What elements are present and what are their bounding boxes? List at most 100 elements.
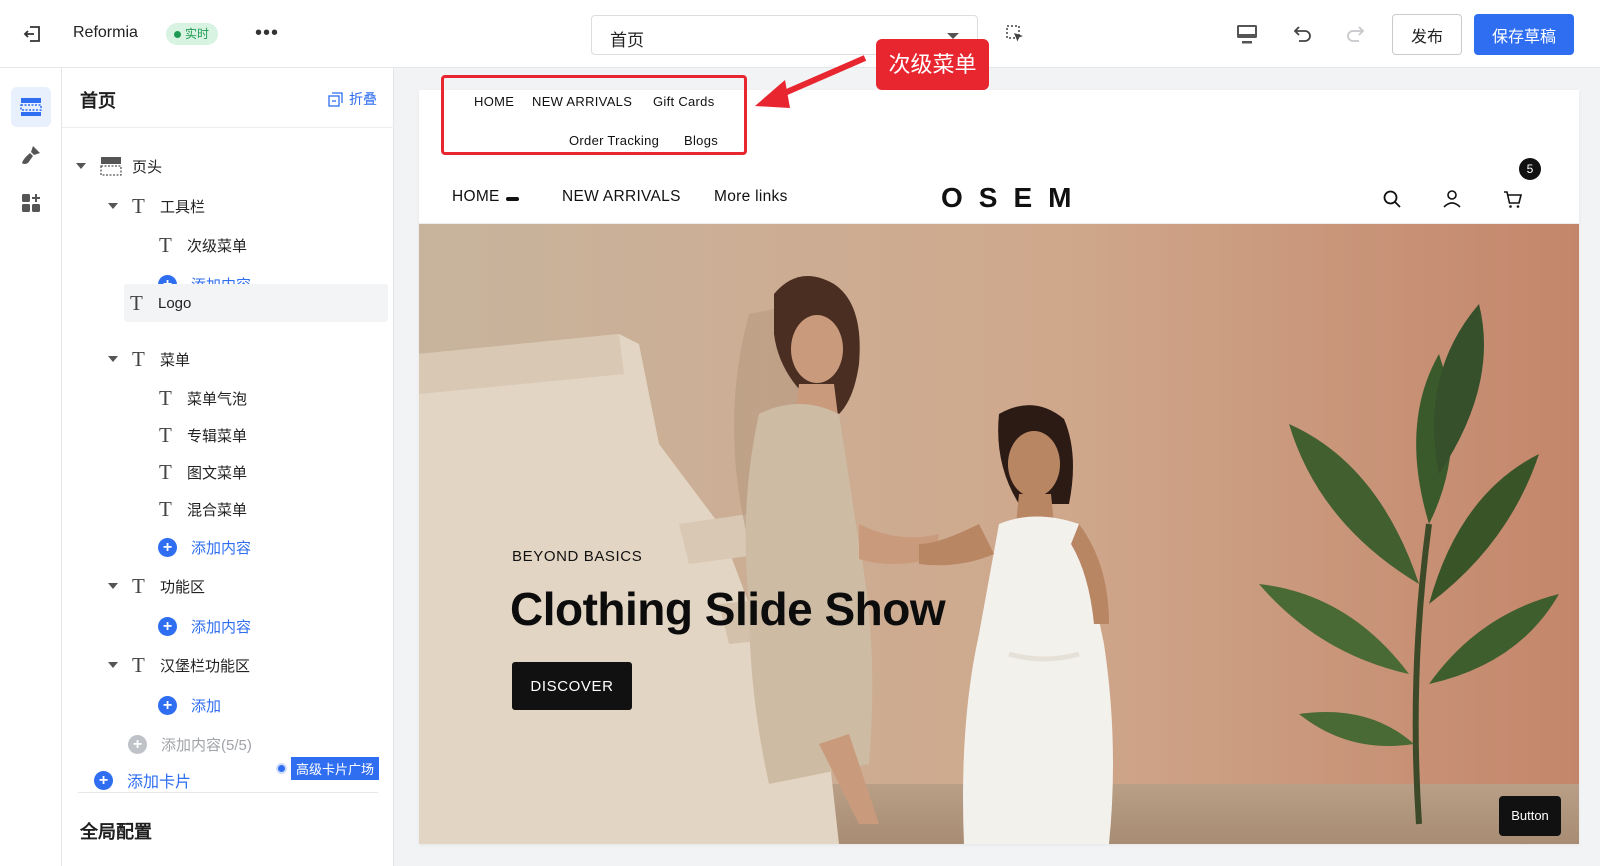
cart-icon[interactable] bbox=[1502, 188, 1524, 210]
tree-item-label: 功能区 bbox=[160, 578, 206, 596]
tree-item-label: 图文菜单 bbox=[187, 464, 248, 482]
layer-panel: 首页 折叠 页头 T 工具栏 T 次级菜单 + 添加内容 bbox=[62, 68, 394, 866]
add-content-label: 添加内容 bbox=[191, 618, 252, 636]
collapse-label: 折叠 bbox=[349, 91, 377, 107]
desktop-preview-icon[interactable] bbox=[1235, 22, 1259, 46]
tree-item-secondary-menu[interactable]: T 次级菜单 bbox=[159, 226, 247, 264]
caret-down-icon[interactable] bbox=[108, 662, 118, 668]
add-card-label: 添加卡片 bbox=[127, 774, 192, 791]
plus-circle-icon: + bbox=[158, 616, 177, 636]
text-t-icon: T bbox=[132, 652, 145, 677]
caret-down-icon[interactable] bbox=[76, 163, 86, 169]
caret-down-icon[interactable] bbox=[108, 583, 118, 589]
annotation-callout: 次级菜单 bbox=[876, 39, 989, 90]
live-status-label: 实时 bbox=[185, 27, 210, 41]
tree-item-label: 页头 bbox=[132, 158, 163, 176]
tree-item-album-menu[interactable]: T 专辑菜单 bbox=[159, 416, 247, 454]
text-t-icon: T bbox=[159, 496, 172, 521]
publish-button[interactable]: 发布 bbox=[1392, 14, 1462, 55]
tree-item-toolbar[interactable]: T 工具栏 bbox=[108, 187, 205, 225]
cart-count-badge: 5 bbox=[1519, 158, 1541, 180]
left-rail bbox=[0, 68, 62, 866]
panel-title: 首页 bbox=[80, 91, 116, 111]
preview-canvas: HOME NEW ARRIVALS Gift Cards Order Track… bbox=[419, 90, 1579, 844]
annotation-arrow-icon bbox=[755, 55, 867, 108]
element-select-icon[interactable] bbox=[1005, 24, 1025, 44]
add-content-button[interactable]: + 添加内容 bbox=[158, 607, 251, 645]
more-options-button[interactable]: ••• bbox=[255, 22, 279, 45]
caret-down-icon[interactable] bbox=[108, 203, 118, 209]
header-section-icon bbox=[100, 157, 122, 176]
tree-item-label: 汉堡栏功能区 bbox=[160, 657, 251, 675]
app-name: Reformia bbox=[73, 24, 138, 41]
tree-item-function-area[interactable]: T 功能区 bbox=[108, 567, 205, 605]
tree-item-mixed-menu[interactable]: T 混合菜单 bbox=[159, 490, 247, 528]
premium-cards-label: 高级卡片广场 bbox=[291, 756, 380, 780]
collapse-button[interactable]: 折叠 bbox=[328, 89, 377, 109]
plus-circle-icon: + bbox=[94, 770, 113, 790]
tree-item-label: 混合菜单 bbox=[187, 501, 248, 519]
tree-item-logo[interactable]: T Logo bbox=[124, 284, 388, 322]
store-logo[interactable]: OSEM bbox=[941, 182, 1087, 214]
add-label: 添加 bbox=[191, 697, 222, 715]
plus-circle-icon: + bbox=[158, 695, 177, 715]
text-t-icon: T bbox=[159, 232, 172, 257]
tree-item-label: 工具栏 bbox=[160, 198, 206, 216]
add-blocks-icon bbox=[22, 194, 40, 212]
panel-header: 首页 折叠 bbox=[62, 68, 394, 128]
add-content-disabled: + 添加内容(5/5) bbox=[128, 725, 252, 763]
tree-item-image-text-menu[interactable]: T 图文菜单 bbox=[159, 453, 247, 491]
text-t-icon: T bbox=[159, 459, 172, 484]
text-t-icon: T bbox=[132, 193, 145, 218]
tree-item-hamburger-area[interactable]: T 汉堡栏功能区 bbox=[108, 646, 250, 684]
page-selector-value: 首页 bbox=[610, 31, 644, 50]
tree-item-label: 次级菜单 bbox=[187, 237, 248, 255]
tree-item-menu[interactable]: T 菜单 bbox=[108, 340, 190, 378]
divider bbox=[78, 792, 378, 793]
user-icon[interactable] bbox=[1441, 188, 1463, 210]
tree-item-header[interactable]: 页头 bbox=[76, 147, 162, 185]
dot-icon bbox=[276, 762, 287, 774]
undo-icon[interactable] bbox=[1290, 22, 1314, 46]
nav-link-new-arrivals[interactable]: NEW ARRIVALS bbox=[562, 188, 681, 206]
text-t-icon: T bbox=[159, 422, 172, 447]
premium-cards-link[interactable]: 高级卡片广场 bbox=[276, 756, 380, 780]
global-config-title[interactable]: 全局配置 bbox=[80, 818, 152, 844]
add-button[interactable]: + 添加 bbox=[158, 686, 221, 724]
text-t-icon: T bbox=[130, 290, 143, 315]
text-t-icon: T bbox=[132, 346, 145, 371]
layout-blocks-icon bbox=[20, 98, 42, 116]
caret-down-icon[interactable] bbox=[108, 356, 118, 362]
collapse-icon bbox=[328, 91, 343, 107]
rail-components-button[interactable] bbox=[11, 183, 51, 223]
tree-item-menu-bubble[interactable]: T 菜单气泡 bbox=[159, 379, 247, 417]
nav-link-more-links[interactable]: More links bbox=[714, 188, 788, 206]
save-draft-button[interactable]: 保存草稿 bbox=[1474, 14, 1574, 55]
add-card-button[interactable]: + 添加卡片 bbox=[94, 768, 191, 792]
text-t-icon: T bbox=[159, 385, 172, 410]
dash-icon bbox=[506, 197, 519, 201]
plus-circle-icon: + bbox=[158, 537, 177, 557]
exit-editor-icon[interactable] bbox=[22, 24, 42, 44]
nav-link-home[interactable]: HOME bbox=[452, 188, 500, 206]
redo-icon[interactable] bbox=[1344, 22, 1368, 46]
tree-item-label: 菜单气泡 bbox=[187, 390, 248, 408]
search-icon[interactable] bbox=[1381, 188, 1403, 210]
live-dot-icon bbox=[174, 30, 181, 38]
text-t-icon: T bbox=[132, 573, 145, 598]
hero-slideshow[interactable]: BEYOND BASICS Clothing Slide Show DISCOV… bbox=[419, 224, 1579, 844]
button-tooltip: Button bbox=[1499, 796, 1561, 836]
main-navigation: HOME NEW ARRIVALS More links OSEM bbox=[419, 174, 1579, 224]
rail-layers-button[interactable] bbox=[11, 87, 51, 127]
rail-style-button[interactable] bbox=[11, 135, 51, 175]
add-content-limit-label: 添加内容(5/5) bbox=[161, 736, 252, 754]
add-content-button[interactable]: + 添加内容 bbox=[158, 528, 251, 566]
hero-title: Clothing Slide Show bbox=[510, 583, 946, 635]
highlight-box bbox=[441, 75, 747, 155]
tree-item-label: Logo bbox=[158, 294, 192, 312]
hero-eyebrow: BEYOND BASICS bbox=[512, 548, 643, 565]
add-content-label: 添加内容 bbox=[191, 539, 252, 557]
hero-photo bbox=[419, 224, 1579, 844]
tree-item-label: 菜单 bbox=[160, 351, 191, 369]
discover-button[interactable]: DISCOVER bbox=[512, 662, 632, 710]
